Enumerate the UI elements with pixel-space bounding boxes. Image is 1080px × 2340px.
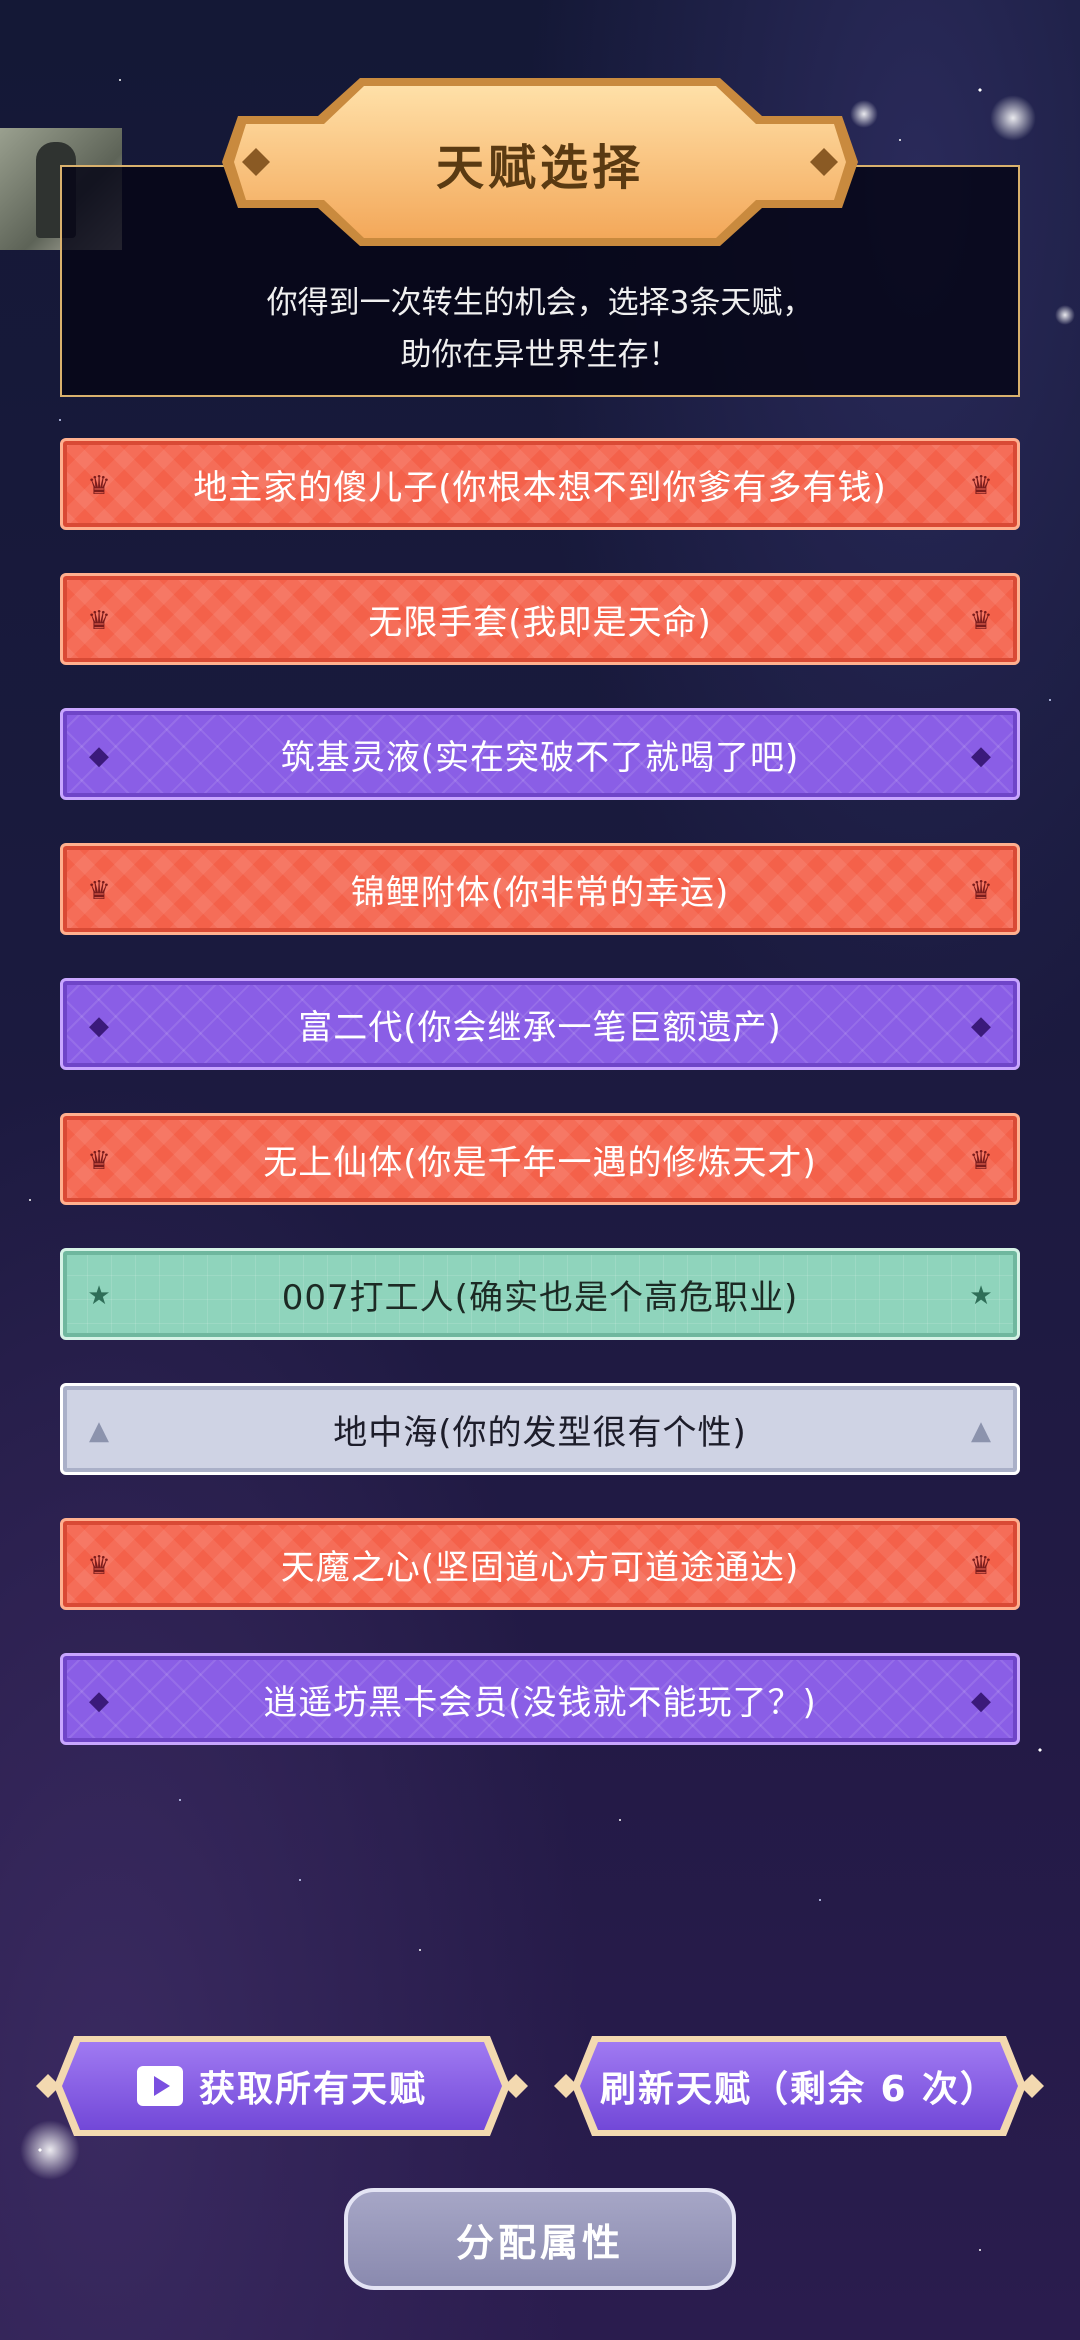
crown-icon: ♛ — [969, 1551, 993, 1581]
star-glow — [1055, 305, 1075, 325]
talent-label: 富二代(你会继承一笔巨额遗产) — [298, 1007, 782, 1048]
diamond-icon: ◆ — [89, 1011, 109, 1041]
get-all-talents-label: 获取所有天赋 — [198, 2069, 427, 2110]
assign-attributes-label: 分配属性 — [455, 2220, 624, 2265]
talent-label: 地中海(你的发型很有个性) — [333, 1412, 747, 1453]
crown-icon: ♛ — [87, 876, 111, 906]
refresh-talents-label: 刷新天赋（剩余 6 次） — [599, 2069, 999, 2110]
diamond-icon: ◆ — [971, 1011, 991, 1041]
crown-icon: ♛ — [969, 606, 993, 636]
star-icon: ★ — [87, 1281, 111, 1311]
talent-label: 无限手套(我即是天命) — [368, 602, 712, 643]
title-plate: 天赋选择 — [222, 78, 858, 246]
talent-option-5[interactable]: ◆ 富二代(你会继承一笔巨额遗产) ◆ — [60, 978, 1020, 1070]
talent-option-7[interactable]: ★ 007打工人(确实也是个高危职业) ★ — [60, 1248, 1020, 1340]
star-glow — [990, 95, 1036, 141]
refresh-talents-button[interactable]: 刷新天赋（剩余 6 次） — [552, 2036, 1046, 2136]
talent-option-1[interactable]: ♛ 地主家的傻儿子(你根本想不到你爹有多有钱) ♛ — [60, 438, 1020, 530]
talent-label: 锦鲤附体(你非常的幸运) — [350, 872, 730, 913]
talent-label: 地主家的傻儿子(你根本想不到你爹有多有钱) — [193, 467, 887, 508]
assign-attributes-button[interactable]: 分配属性 — [344, 2188, 736, 2290]
talent-label: 无上仙体(你是千年一遇的修炼天才) — [263, 1142, 817, 1183]
talent-option-2[interactable]: ♛ 无限手套(我即是天命) ♛ — [60, 573, 1020, 665]
talent-option-4[interactable]: ♛ 锦鲤附体(你非常的幸运) ♛ — [60, 843, 1020, 935]
talent-option-9[interactable]: ♛ 天魔之心(坚固道心方可道途通达) ♛ — [60, 1518, 1020, 1610]
crown-icon: ♛ — [969, 471, 993, 501]
triangle-icon: ▲ — [971, 1416, 991, 1446]
talent-label: 筑基灵液(实在突破不了就喝了吧) — [280, 737, 800, 778]
talent-option-3[interactable]: ◆ 筑基灵液(实在突破不了就喝了吧) ◆ — [60, 708, 1020, 800]
talent-option-6[interactable]: ♛ 无上仙体(你是千年一遇的修炼天才) ♛ — [60, 1113, 1020, 1205]
talent-list: ♛ 地主家的傻儿子(你根本想不到你爹有多有钱) ♛ ♛ 无限手套(我即是天命) … — [60, 438, 1020, 1788]
triangle-icon: ▲ — [89, 1416, 109, 1446]
talent-option-10[interactable]: ◆ 逍遥坊黑卡会员(没钱就不能玩了？) ◆ — [60, 1653, 1020, 1745]
crown-icon: ♛ — [87, 606, 111, 636]
talent-label: 逍遥坊黑卡会员(没钱就不能玩了？) — [263, 1682, 817, 1723]
diamond-icon: ◆ — [971, 1686, 991, 1716]
talent-label: 天魔之心(坚固道心方可道途通达) — [280, 1547, 800, 1588]
diamond-icon: ◆ — [89, 1686, 109, 1716]
intro-description: 你得到一次转生的机会，选择3条天赋， 助你在异世界生存！ — [266, 285, 814, 373]
get-all-talents-button[interactable]: 获取所有天赋 — [34, 2036, 530, 2136]
video-play-icon — [136, 2066, 183, 2106]
crown-icon: ♛ — [87, 1551, 111, 1581]
crown-icon: ♛ — [969, 876, 993, 906]
star-icon: ★ — [969, 1281, 993, 1311]
crown-icon: ♛ — [87, 1146, 111, 1176]
page-title: 天赋选择 — [435, 140, 644, 196]
talent-option-8[interactable]: ▲ 地中海(你的发型很有个性) ▲ — [60, 1383, 1020, 1475]
crown-icon: ♛ — [87, 471, 111, 501]
diamond-icon: ◆ — [971, 741, 991, 771]
crown-icon: ♛ — [969, 1146, 993, 1176]
talent-label: 007打工人(确实也是个高危职业) — [281, 1277, 799, 1318]
diamond-icon: ◆ — [89, 741, 109, 771]
